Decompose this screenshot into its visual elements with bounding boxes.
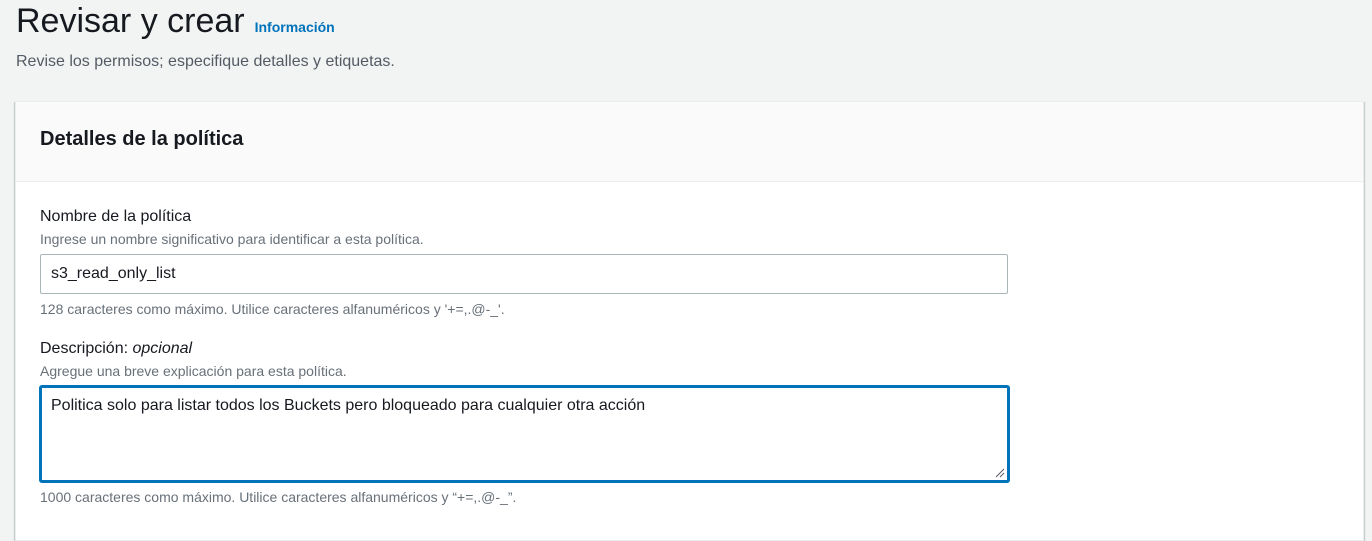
info-link[interactable]: Información (255, 19, 335, 35)
description-label: Descripción: opcional (40, 338, 1009, 360)
policy-name-field: Nombre de la política Ingrese un nombre … (40, 206, 1008, 318)
description-label-text: Descripción: (40, 340, 129, 357)
page-description: Revise los permisos; especifique detalle… (16, 53, 395, 70)
policy-details-container: Detalles de la política Nombre de la pol… (15, 101, 1364, 541)
page-header: Revisar y crear Información Revise los p… (16, 0, 395, 73)
resize-handle-icon[interactable] (995, 468, 1005, 478)
policy-name-label: Nombre de la política (40, 208, 192, 225)
section-title: Detalles de la política (40, 128, 244, 150)
description-field: Descripción: opcional Agregue una breve … (40, 338, 1009, 506)
description-helper: Agregue una breve explicación para esta … (40, 363, 347, 379)
description-textarea[interactable]: Politica solo para listar todos los Buck… (40, 386, 1009, 482)
description-textarea-wrap: Politica solo para listar todos los Buck… (40, 386, 1009, 482)
title-row: Revisar y crear Información (16, 0, 395, 42)
policy-name-description: Ingrese un nombre significativo para ide… (40, 231, 424, 247)
policy-name-input[interactable] (40, 254, 1008, 294)
optional-label: opcional (132, 340, 193, 357)
container-header: Detalles de la política (16, 102, 1363, 182)
policy-name-constraint: 128 caracteres como máximo. Utilice cara… (40, 301, 505, 317)
page-title: Revisar y crear (16, 2, 245, 40)
description-constraint: 1000 caracteres como máximo. Utilice car… (40, 489, 517, 505)
